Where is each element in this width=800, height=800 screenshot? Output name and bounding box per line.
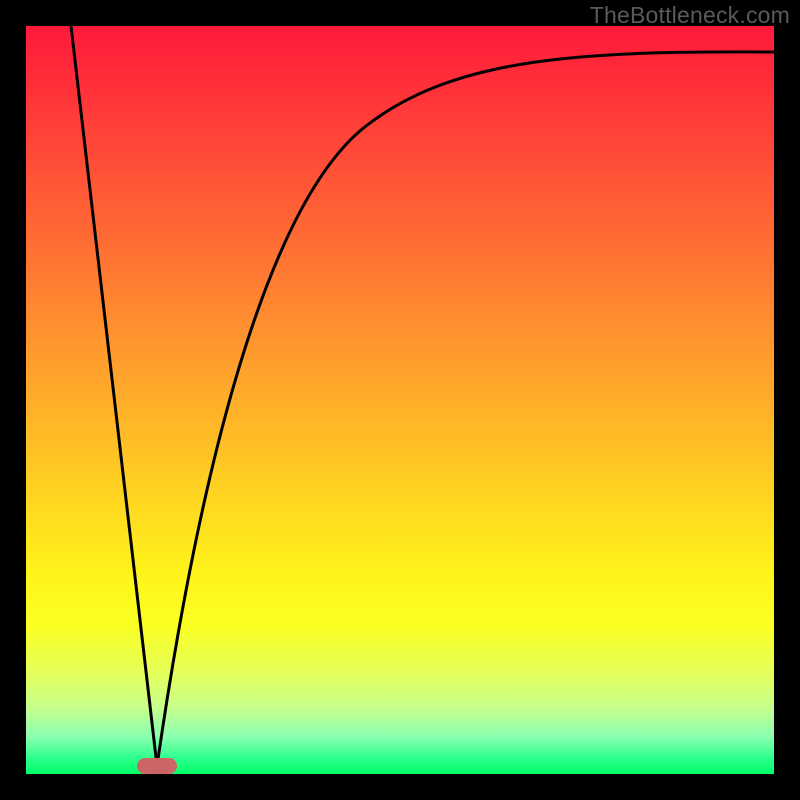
curve-right-branch bbox=[157, 52, 774, 766]
bottleneck-curve bbox=[26, 26, 774, 774]
watermark-text: TheBottleneck.com bbox=[590, 2, 790, 29]
curve-left-branch bbox=[71, 26, 157, 766]
plot-area bbox=[26, 26, 774, 774]
optimal-marker bbox=[137, 758, 177, 774]
